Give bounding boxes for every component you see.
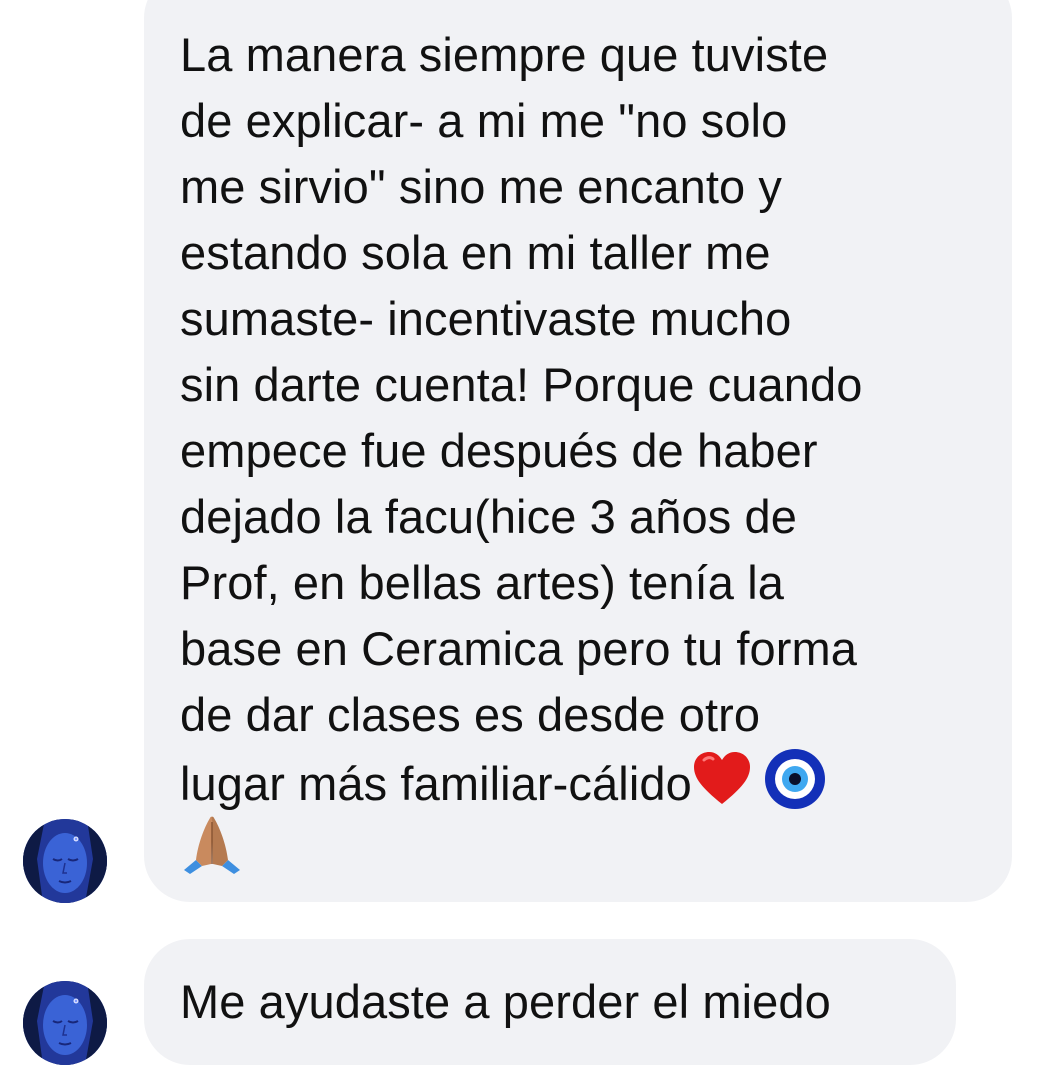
message-bubble[interactable]: Me ayudaste a perder el miedo xyxy=(144,939,956,1065)
message-bubble[interactable]: La manera siempre que tuviste de explica… xyxy=(144,0,1012,902)
message-line-emoji xyxy=(180,814,982,880)
message-line: estando sola en mi taller me xyxy=(180,226,771,279)
message-line: me sirvio" sino me encanto y xyxy=(180,160,783,213)
message-line: de explicar- a mi me "no solo xyxy=(180,94,788,147)
message-line: empece fue después de haber xyxy=(180,424,818,477)
red-heart-emoji xyxy=(692,750,752,825)
message-line-text: lugar más familiar-cálido xyxy=(180,756,692,810)
message-line: sumaste- incentivaste mucho xyxy=(180,292,792,345)
sender-portrait-image xyxy=(23,819,107,903)
message-line: La manera siempre que tuviste xyxy=(180,28,829,81)
sender-avatar[interactable] xyxy=(23,981,107,1065)
message-line: dejado la facu(hice 3 años de xyxy=(180,490,797,543)
message-line: Me ayudaste a perder el miedo xyxy=(180,975,831,1028)
message-line: base en Ceramica pero tu forma xyxy=(180,622,857,675)
message-line-with-emojis: lugar más familiar-cálido xyxy=(180,748,982,814)
message-line: de dar clases es desde otro xyxy=(180,688,761,741)
message-line: Prof, en bellas artes) tenía la xyxy=(180,556,784,609)
message-line: sin darte cuenta! Porque cuando xyxy=(180,358,863,411)
folded-hands-emoji xyxy=(180,814,244,893)
sender-avatar[interactable] xyxy=(23,819,107,903)
nazar-amulet-emoji xyxy=(764,748,826,827)
sender-portrait-image xyxy=(23,981,107,1065)
